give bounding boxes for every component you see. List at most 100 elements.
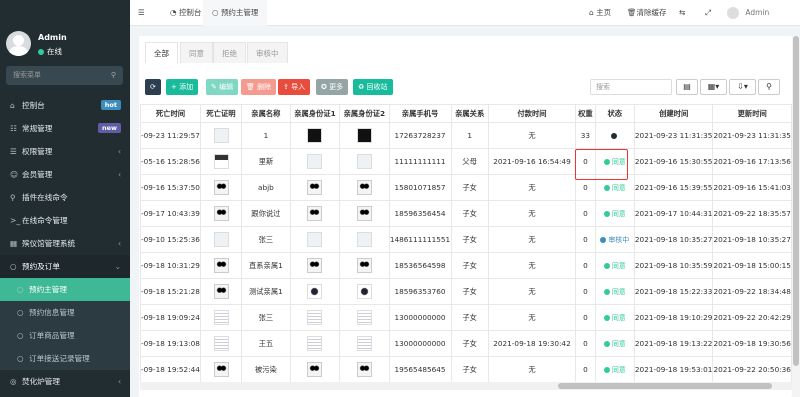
table-row[interactable]: -09-18 19:13:08 王五 13000000000 子女 2021-09-18…: [140, 330, 792, 357]
horizontal-scrollbar[interactable]: [140, 382, 792, 390]
image-thumbnail[interactable]: [307, 154, 323, 169]
image-thumbnail[interactable]: [356, 154, 372, 169]
import-button[interactable]: ⇪ 导入: [278, 79, 311, 95]
translate-icon[interactable]: ⇆: [679, 0, 685, 26]
more-button[interactable]: ✪ 更多: [316, 79, 349, 95]
tab-reservation-main[interactable]: ○ 预约主管理: [203, 0, 268, 26]
image-thumbnail[interactable]: [307, 284, 323, 299]
toggle-view-icon[interactable]: ▤: [676, 79, 698, 95]
sidebar-item-12[interactable]: ◎ 焚化炉管理 ‹: [0, 370, 130, 393]
image-thumbnail[interactable]: [213, 128, 229, 143]
image-thumbnail[interactable]: [356, 362, 372, 377]
table-row[interactable]: -09-10 15:25:36 张三 1486111111551 子女无 0 审核中 202…: [140, 226, 792, 253]
column-header[interactable]: 权重: [575, 104, 596, 123]
add-button[interactable]: + 添加: [166, 79, 199, 95]
clear-cache-button[interactable]: 🗑清除缓存: [627, 0, 667, 26]
table-row[interactable]: -09-17 10:43:39 跟你说过 18596356454 子女无 0 同意 2021…: [140, 200, 792, 227]
column-header[interactable]: 死亡时间: [140, 104, 201, 123]
highlight-box: [575, 149, 628, 180]
cell-updated: 2021-09-22 20:42:29: [712, 304, 792, 331]
cell-phone: 1486111111551: [388, 226, 452, 253]
tab-reject[interactable]: 拒绝: [213, 42, 246, 63]
column-header[interactable]: 亲属关系: [450, 104, 489, 123]
delete-button[interactable]: 🗑 删除: [241, 79, 277, 95]
sidebar-item-10[interactable]: ○ 订单商品管理: [0, 324, 130, 347]
cell-paid: 无: [487, 174, 577, 201]
column-header[interactable]: 亲属名称: [241, 104, 291, 123]
sidebar-item-1[interactable]: ☷ 常规管理 new: [0, 117, 130, 140]
sidebar-item-3[interactable]: ☺ 会员管理 ‹: [0, 163, 130, 186]
image-thumbnail[interactable]: [356, 206, 372, 221]
table-row[interactable]: -09-16 15:37:50 abjb 15801071857 子女无 0 同意 2021…: [140, 174, 792, 201]
table-row[interactable]: -09-18 15:21:28 测试亲属1 18596353760 子女无 0 同意 202…: [140, 278, 792, 305]
cell-paid: 无: [487, 304, 577, 331]
table-row[interactable]: -09-18 19:09:24 张三 13000000000 子女无 0 同意 2021-0…: [140, 304, 792, 331]
columns-icon[interactable]: ▦▾: [700, 79, 727, 95]
scroll-thumb[interactable]: [793, 36, 799, 366]
image-thumbnail[interactable]: [213, 180, 229, 195]
image-thumbnail[interactable]: [307, 258, 323, 273]
image-thumbnail[interactable]: [356, 232, 372, 247]
table-row[interactable]: -09-23 11:29:57 1 17263728237 1 无 33 2021-09-2…: [140, 122, 792, 149]
home-link[interactable]: ⌂ 主页: [589, 0, 611, 26]
image-thumbnail[interactable]: [307, 336, 323, 351]
recycle-bin-button[interactable]: ♻ 回收站: [353, 79, 393, 95]
column-header[interactable]: 亲属手机号: [388, 104, 452, 123]
refresh-button[interactable]: ⟳: [145, 79, 161, 95]
image-thumbnail[interactable]: [356, 258, 372, 273]
sidebar-item-8[interactable]: ○ 预约主管理: [0, 278, 130, 301]
image-thumbnail[interactable]: [213, 362, 229, 377]
search-icon[interactable]: ⚲: [758, 79, 780, 95]
menu-search-input[interactable]: 搜索菜单 ⚲: [6, 66, 123, 85]
image-thumbnail[interactable]: [356, 180, 372, 195]
edit-button[interactable]: ✎ 编辑: [206, 79, 239, 95]
table-search-input[interactable]: 搜索: [590, 79, 672, 95]
sidebar-item-11[interactable]: ○ 订单接送记录管理: [0, 347, 130, 370]
table-row[interactable]: -09-18 10:31:29 直系亲属1 18536564598 子女无 0 同意 202…: [140, 252, 792, 279]
tab-agree[interactable]: 同意: [180, 42, 213, 63]
image-thumbnail[interactable]: [213, 284, 229, 299]
export-icon[interactable]: ⇩▾: [729, 79, 756, 95]
column-header[interactable]: 付款时间: [487, 104, 577, 123]
user-menu[interactable]: Admin: [727, 0, 769, 26]
sidebar-item-6[interactable]: ▦ 殡仪馆管理系统 ‹: [0, 232, 130, 255]
image-thumbnail[interactable]: [307, 362, 323, 377]
sidebar-item-2[interactable]: ☰ 权限管理 ‹: [0, 140, 130, 163]
image-thumbnail[interactable]: [307, 232, 323, 247]
image-thumbnail[interactable]: [356, 336, 372, 351]
sidebar-item-4[interactable]: ⚲ 插件在线命令: [0, 186, 130, 209]
sidebar-item-9[interactable]: ○ 预约信息管理: [0, 301, 130, 324]
image-thumbnail[interactable]: [213, 310, 229, 325]
menu-toggle-icon[interactable]: ☰: [138, 0, 145, 26]
image-thumbnail[interactable]: [356, 310, 372, 325]
column-header[interactable]: 亲属身份证2: [339, 104, 390, 123]
sidebar-item-7[interactable]: ○ 预约及订单 ⌄: [0, 255, 130, 278]
column-header[interactable]: 死亡证明: [199, 104, 243, 123]
image-thumbnail[interactable]: [356, 284, 372, 299]
image-thumbnail[interactable]: [213, 336, 229, 351]
fullscreen-icon[interactable]: ⤢: [705, 0, 711, 26]
image-thumbnail[interactable]: [213, 154, 229, 169]
tab-reviewing[interactable]: 审核中: [247, 42, 288, 63]
column-header[interactable]: 更新时间: [712, 104, 792, 123]
image-thumbnail[interactable]: [213, 232, 229, 247]
image-thumbnail[interactable]: [356, 128, 372, 143]
image-thumbnail[interactable]: [307, 206, 323, 221]
column-header[interactable]: 亲属身份证1: [289, 104, 341, 123]
image-thumbnail[interactable]: [307, 180, 323, 195]
search-icon[interactable]: ⚲: [111, 66, 116, 85]
image-thumbnail[interactable]: [307, 310, 323, 325]
sidebar-item-5[interactable]: >_ 在线命令管理: [0, 209, 130, 232]
table-row[interactable]: -09-18 19:52:44 被污染 19565485645 子女无 0 同意 2021-…: [140, 356, 792, 382]
column-header[interactable]: 创建时间: [633, 104, 714, 123]
scroll-thumb[interactable]: [558, 383, 772, 389]
status-dot-icon: [603, 340, 610, 347]
tab-all[interactable]: 全部: [145, 42, 178, 63]
table-row[interactable]: -05-16 15:28:56 里斯 11111111111 父母 2021-09-16…: [140, 148, 792, 175]
image-thumbnail[interactable]: [307, 128, 323, 143]
vertical-scrollbar[interactable]: [792, 36, 800, 397]
image-thumbnail[interactable]: [213, 206, 229, 221]
image-thumbnail[interactable]: [213, 258, 229, 273]
sidebar-item-0[interactable]: ⌂ 控制台 hot: [0, 94, 130, 117]
column-header[interactable]: 状态: [594, 104, 635, 123]
